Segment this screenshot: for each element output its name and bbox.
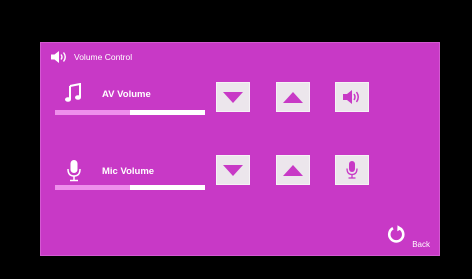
triangle-down-icon bbox=[223, 164, 243, 176]
av-volume-down-button[interactable] bbox=[216, 82, 250, 112]
speaker-icon bbox=[50, 50, 70, 64]
mic-volume-down-button[interactable] bbox=[216, 155, 250, 185]
av-volume-label: AV Volume bbox=[102, 89, 151, 100]
speaker-icon bbox=[342, 89, 362, 105]
volume-control-panel: Volume Control AV Volume Mic Volume Back bbox=[40, 42, 440, 256]
av-volume-up-button[interactable] bbox=[276, 82, 310, 112]
back-button[interactable]: Back bbox=[386, 224, 430, 249]
mic-volume-label: Mic Volume bbox=[102, 166, 155, 177]
av-volume-fill bbox=[55, 110, 130, 115]
page-title: Volume Control bbox=[74, 52, 133, 62]
back-label: Back bbox=[412, 240, 430, 249]
music-note-icon bbox=[64, 82, 82, 108]
triangle-down-icon bbox=[223, 91, 243, 103]
microphone-icon bbox=[67, 160, 81, 187]
mic-volume-up-button[interactable] bbox=[276, 155, 310, 185]
mic-mute-button[interactable] bbox=[335, 155, 369, 185]
mic-volume-fill bbox=[55, 185, 130, 190]
refresh-arrow-icon bbox=[386, 224, 406, 249]
triangle-up-icon bbox=[283, 164, 303, 176]
microphone-icon bbox=[346, 161, 358, 179]
panel-header: Volume Control bbox=[50, 50, 132, 64]
mic-volume-bar[interactable] bbox=[55, 185, 205, 190]
av-volume-bar[interactable] bbox=[55, 110, 205, 115]
av-mute-button[interactable] bbox=[335, 82, 369, 112]
triangle-up-icon bbox=[283, 91, 303, 103]
